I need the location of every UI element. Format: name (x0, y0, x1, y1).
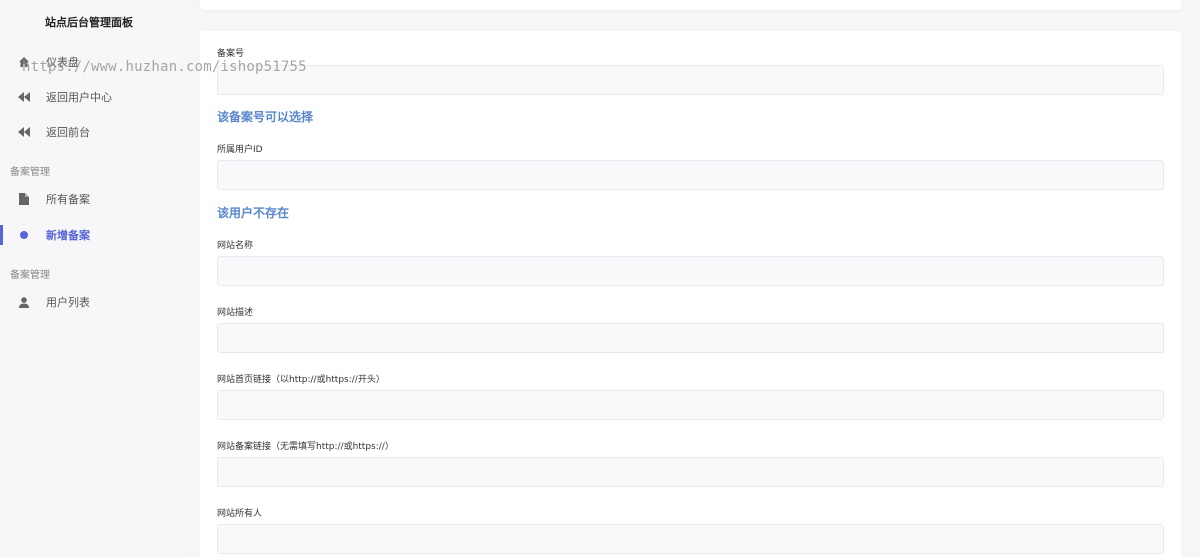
site-description-input[interactable] (217, 323, 1164, 353)
top-card (200, 0, 1181, 10)
field-label-homepage-link: 网站首页链接（以http://或https://开头） (217, 375, 385, 385)
sidebar-item-label: 返回前台 (46, 126, 90, 139)
watermark-url: https://www.huzhan.com/ishop51755 (22, 59, 307, 75)
field-label-record-number: 备案号 (217, 49, 245, 59)
hint-user-not-exist: 该用户不存在 (217, 206, 290, 220)
field-label-site-name: 网站名称 (217, 241, 254, 251)
backward-icon (18, 126, 30, 138)
sidebar-item-user-center[interactable]: 返回用户中心 (0, 84, 178, 110)
brand-title: 站点后台管理面板 (45, 16, 133, 29)
sidebar-item-new-filing[interactable]: 新增备案 (0, 222, 178, 248)
field-label-filing-link: 网站备案链接（无需填写http://或https://） (217, 442, 394, 452)
sidebar-item-frontend[interactable]: 返回前台 (0, 119, 178, 145)
sidebar: 站点后台管理面板 仪表盘 返回用户中心 返回前台 备案管理 所有备案 新增备案 … (0, 0, 178, 557)
site-name-input[interactable] (217, 256, 1164, 286)
record-number-input[interactable] (217, 65, 1164, 95)
hint-record-available: 该备案号可以选择 (217, 110, 314, 124)
filing-link-input[interactable] (217, 457, 1164, 487)
dot-icon (18, 229, 30, 241)
user-icon (18, 296, 30, 308)
section-title-filing: 备案管理 (10, 167, 50, 178)
user-id-input[interactable] (217, 160, 1164, 190)
backward-icon (18, 91, 30, 103)
active-indicator (0, 225, 3, 245)
sidebar-item-label: 所有备案 (46, 193, 90, 206)
field-label-user-id: 所属用户ID (217, 145, 263, 155)
sidebar-item-user-list[interactable]: 用户列表 (0, 289, 178, 315)
homepage-link-input[interactable] (217, 390, 1164, 420)
file-icon (18, 193, 30, 205)
sidebar-item-all-filings[interactable]: 所有备案 (0, 186, 178, 212)
field-label-site-owner: 网站所有人 (217, 509, 263, 519)
sidebar-item-label: 用户列表 (46, 296, 90, 309)
sidebar-item-label: 新增备案 (46, 229, 90, 242)
section-title-users: 备案管理 (10, 270, 50, 281)
site-owner-input[interactable] (217, 524, 1164, 554)
field-label-site-description: 网站描述 (217, 308, 254, 318)
sidebar-item-label: 返回用户中心 (46, 91, 112, 104)
